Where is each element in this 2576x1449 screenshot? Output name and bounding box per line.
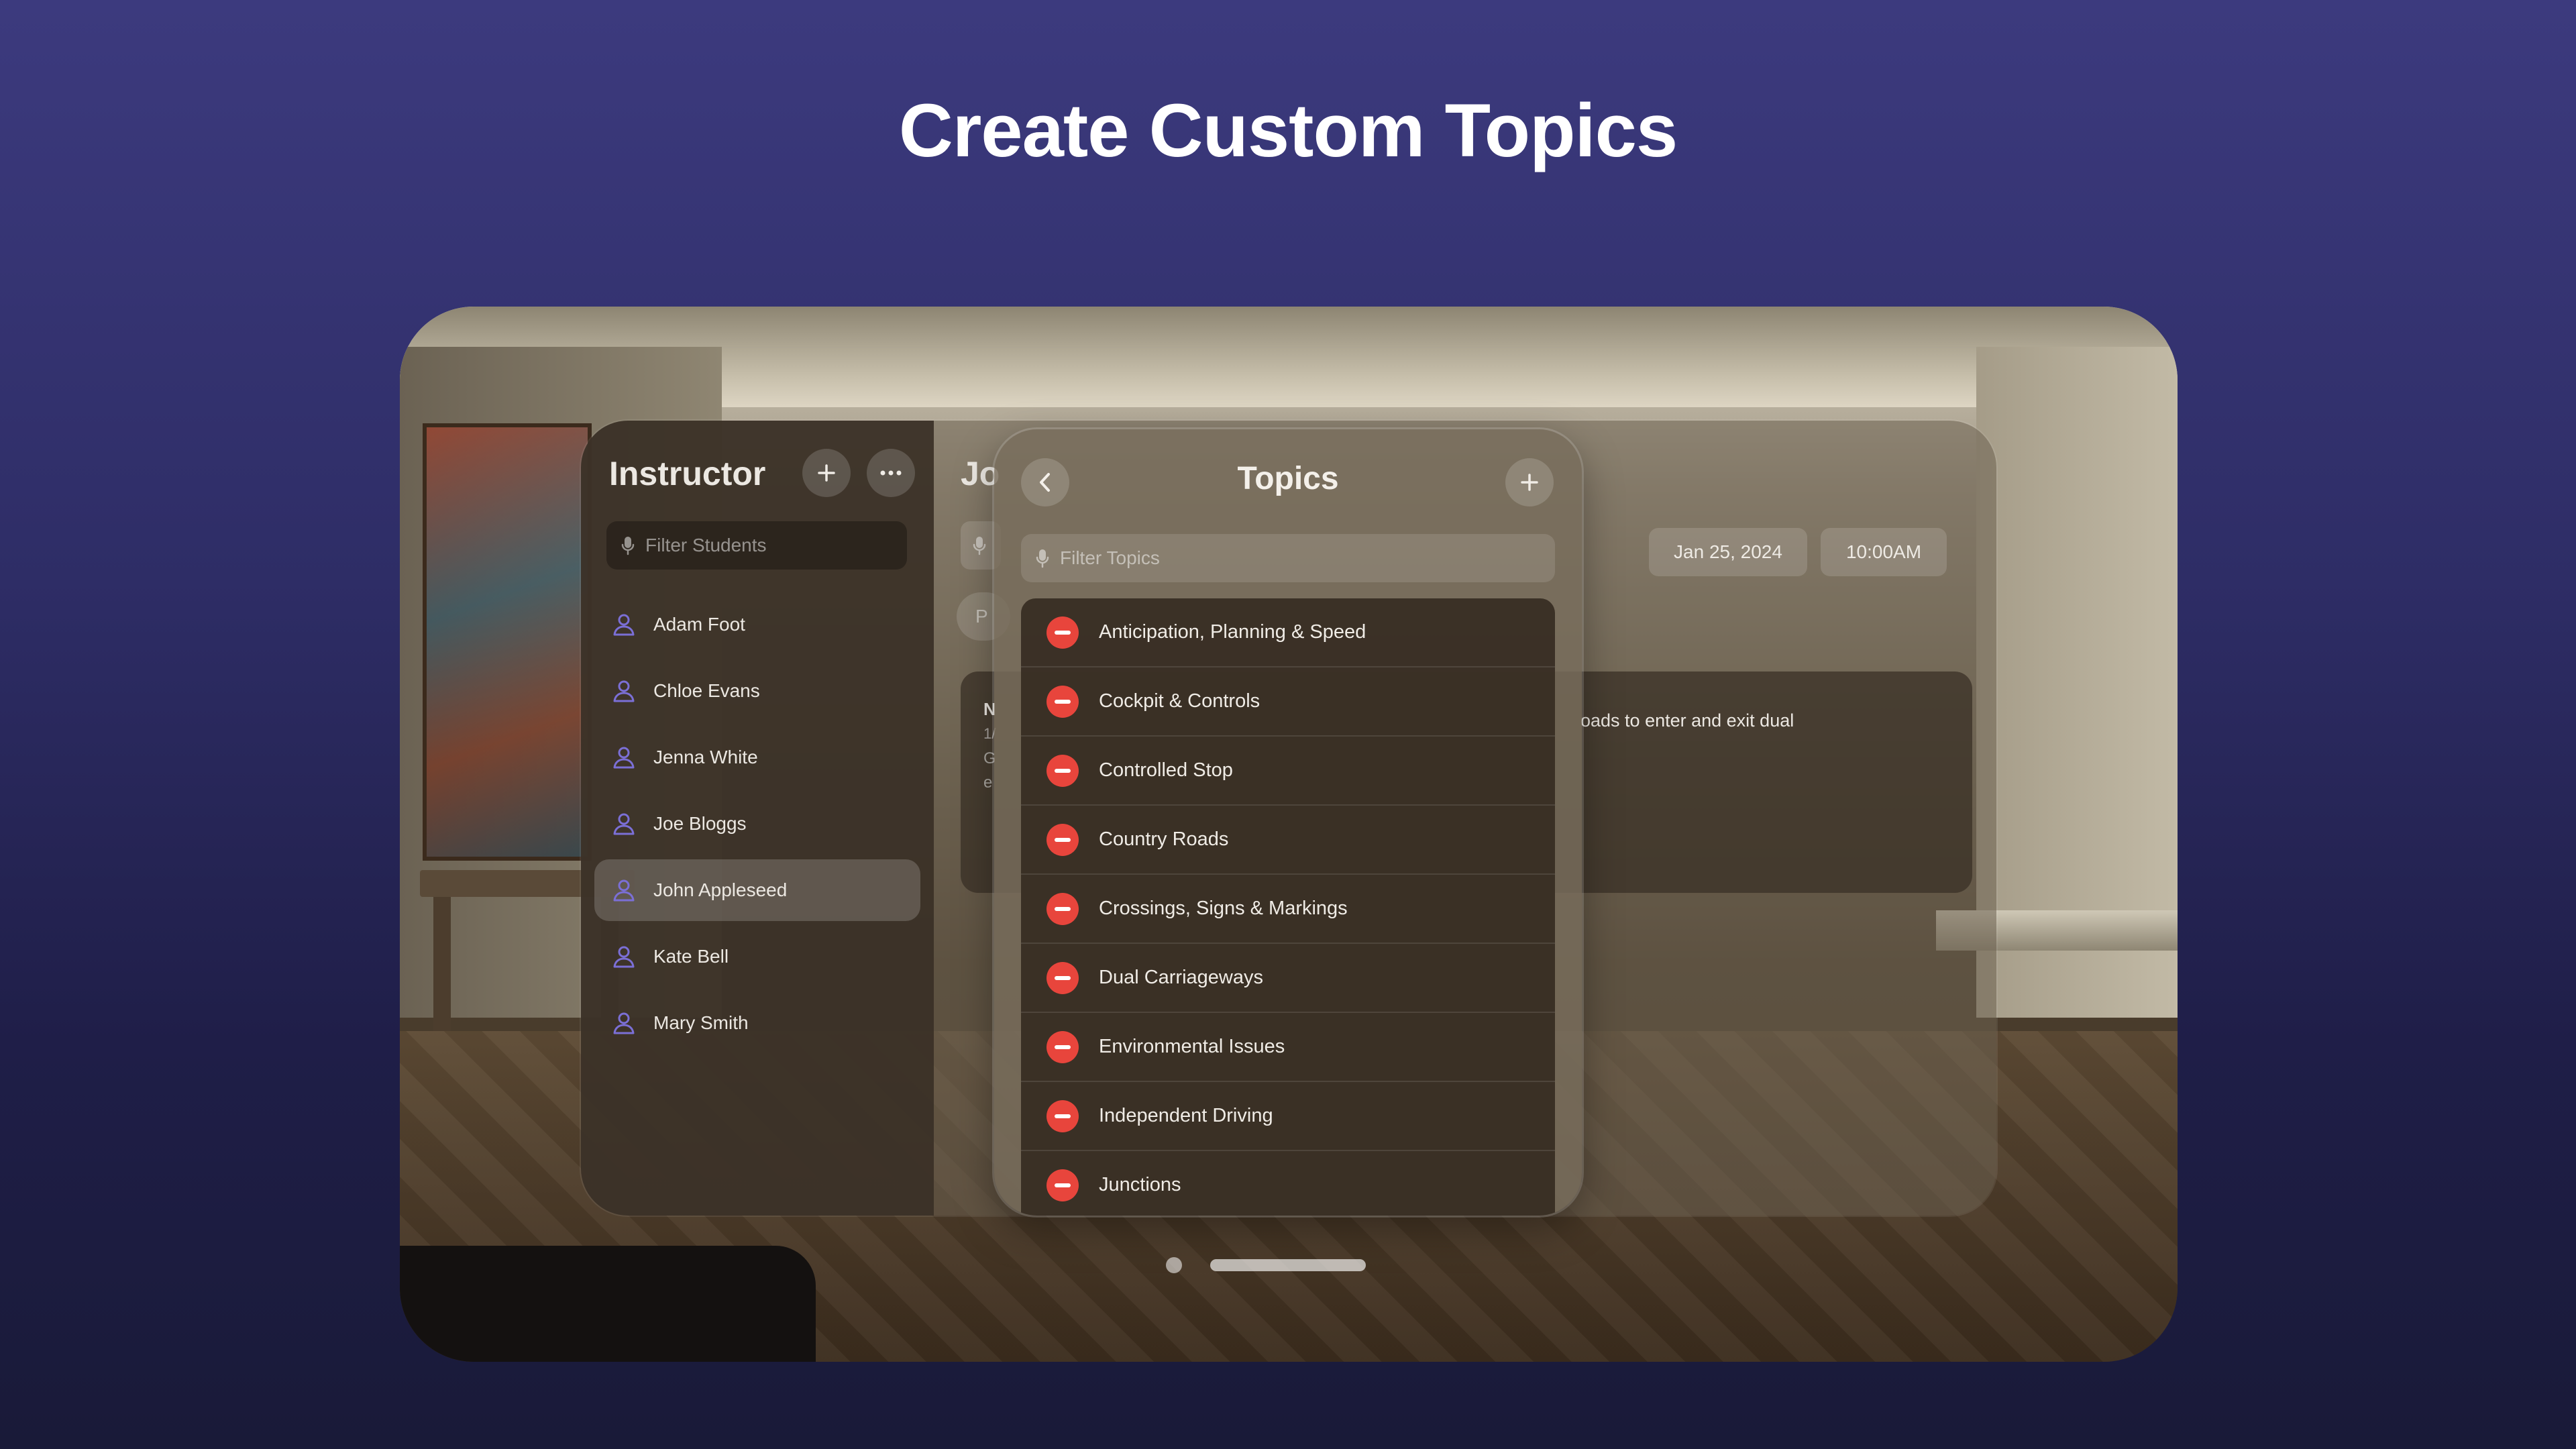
table-leg (433, 897, 451, 1031)
delete-topic-button[interactable] (1046, 1100, 1079, 1132)
person-icon (612, 612, 636, 637)
more-button[interactable] (867, 449, 915, 497)
minus-icon (1055, 1045, 1071, 1049)
topic-row[interactable]: Junctions (1021, 1151, 1555, 1216)
topic-name: Independent Driving (1099, 1105, 1273, 1127)
topics-title: Topics (994, 460, 1582, 497)
lesson-card-line: e (983, 773, 992, 792)
topic-row[interactable]: Dual Carriageways (1021, 944, 1555, 1013)
topics-panel: Topics Filter Topics Anticipation, Plann… (994, 429, 1582, 1216)
student-row[interactable]: Jenna White (594, 727, 920, 788)
lesson-card-text: oads to enter and exit dual (1580, 710, 1794, 731)
person-icon (612, 812, 636, 836)
topic-name: Anticipation, Planning & Speed (1099, 621, 1366, 643)
student-row[interactable]: Mary Smith (594, 992, 920, 1054)
minus-icon (1055, 631, 1071, 635)
person-icon (612, 945, 636, 969)
add-topic-button[interactable] (1505, 458, 1554, 506)
delete-topic-button[interactable] (1046, 1169, 1079, 1201)
filter-students-input[interactable]: Filter Students (606, 521, 907, 570)
delete-topic-button[interactable] (1046, 616, 1079, 649)
headline: Create Custom Topics (0, 87, 2576, 174)
student-name: Mary Smith (653, 1012, 749, 1034)
filter-topics-input[interactable]: Filter Topics (1021, 534, 1555, 582)
topic-name: Environmental Issues (1099, 1036, 1285, 1058)
topic-row[interactable]: Independent Driving (1021, 1082, 1555, 1151)
person-icon (612, 745, 636, 769)
sidebar-title: Instructor (609, 454, 765, 493)
topic-name: Crossings, Signs & Markings (1099, 898, 1348, 920)
window-close-dot[interactable] (1166, 1257, 1182, 1273)
minus-icon (1055, 769, 1071, 773)
painting (427, 427, 588, 857)
delete-topic-button[interactable] (1046, 893, 1079, 925)
filter-topics-placeholder: Filter Topics (1060, 547, 1160, 569)
person-icon (612, 679, 636, 703)
topic-name: Controlled Stop (1099, 759, 1233, 782)
topic-list: Anticipation, Planning & Speed Cockpit & … (1021, 598, 1555, 1216)
student-row[interactable]: Kate Bell (594, 926, 920, 987)
minus-icon (1055, 907, 1071, 911)
student-row[interactable]: John Appleseed (594, 859, 920, 921)
delete-topic-button[interactable] (1046, 686, 1079, 718)
minus-icon (1055, 1183, 1071, 1187)
delete-topic-button[interactable] (1046, 1031, 1079, 1063)
topic-row[interactable]: Environmental Issues (1021, 1013, 1555, 1082)
microphone-icon (973, 535, 986, 555)
student-name: Jenna White (653, 747, 758, 768)
topic-name: Country Roads (1099, 828, 1228, 851)
microphone-icon (1036, 548, 1049, 568)
topic-name: Dual Carriageways (1099, 967, 1263, 989)
add-student-button[interactable] (802, 449, 851, 497)
window-grab-bar[interactable] (1210, 1259, 1366, 1271)
topic-row[interactable]: Anticipation, Planning & Speed (1021, 598, 1555, 667)
student-row[interactable]: Joe Bloggs (594, 793, 920, 855)
time-picker[interactable]: 10:00AM (1821, 528, 1947, 576)
delete-topic-button[interactable] (1046, 824, 1079, 856)
student-name: Adam Foot (653, 614, 745, 635)
minus-icon (1055, 838, 1071, 842)
delete-topic-button[interactable] (1046, 962, 1079, 994)
microphone-icon (621, 535, 635, 555)
plus-icon (816, 463, 837, 483)
student-name: Kate Bell (653, 946, 729, 967)
person-icon (612, 1011, 636, 1035)
minus-icon (1055, 976, 1071, 980)
student-row[interactable]: Adam Foot (594, 594, 920, 655)
topic-row[interactable]: Crossings, Signs & Markings (1021, 875, 1555, 944)
minus-icon (1055, 1114, 1071, 1118)
topic-name: Cockpit & Controls (1099, 690, 1260, 712)
stool (400, 1246, 816, 1362)
topic-row[interactable]: Cockpit & Controls (1021, 667, 1555, 737)
minus-icon (1055, 700, 1071, 704)
plus-icon (1519, 472, 1540, 492)
topic-name: Junctions (1099, 1174, 1181, 1196)
student-name: Joe Bloggs (653, 813, 747, 835)
topic-row[interactable]: Country Roads (1021, 806, 1555, 875)
ellipsis-icon (879, 470, 902, 476)
sidebar: Instructor Filter Students Adam Foot Chlo… (581, 421, 934, 1216)
date-picker[interactable]: Jan 25, 2024 (1649, 528, 1807, 576)
filter-students-placeholder: Filter Students (645, 535, 767, 556)
student-row[interactable]: Chloe Evans (594, 660, 920, 722)
topic-row[interactable]: Controlled Stop (1021, 737, 1555, 806)
student-name: Chloe Evans (653, 680, 760, 702)
delete-topic-button[interactable] (1046, 755, 1079, 787)
person-icon (612, 878, 636, 902)
student-name: John Appleseed (653, 879, 787, 901)
